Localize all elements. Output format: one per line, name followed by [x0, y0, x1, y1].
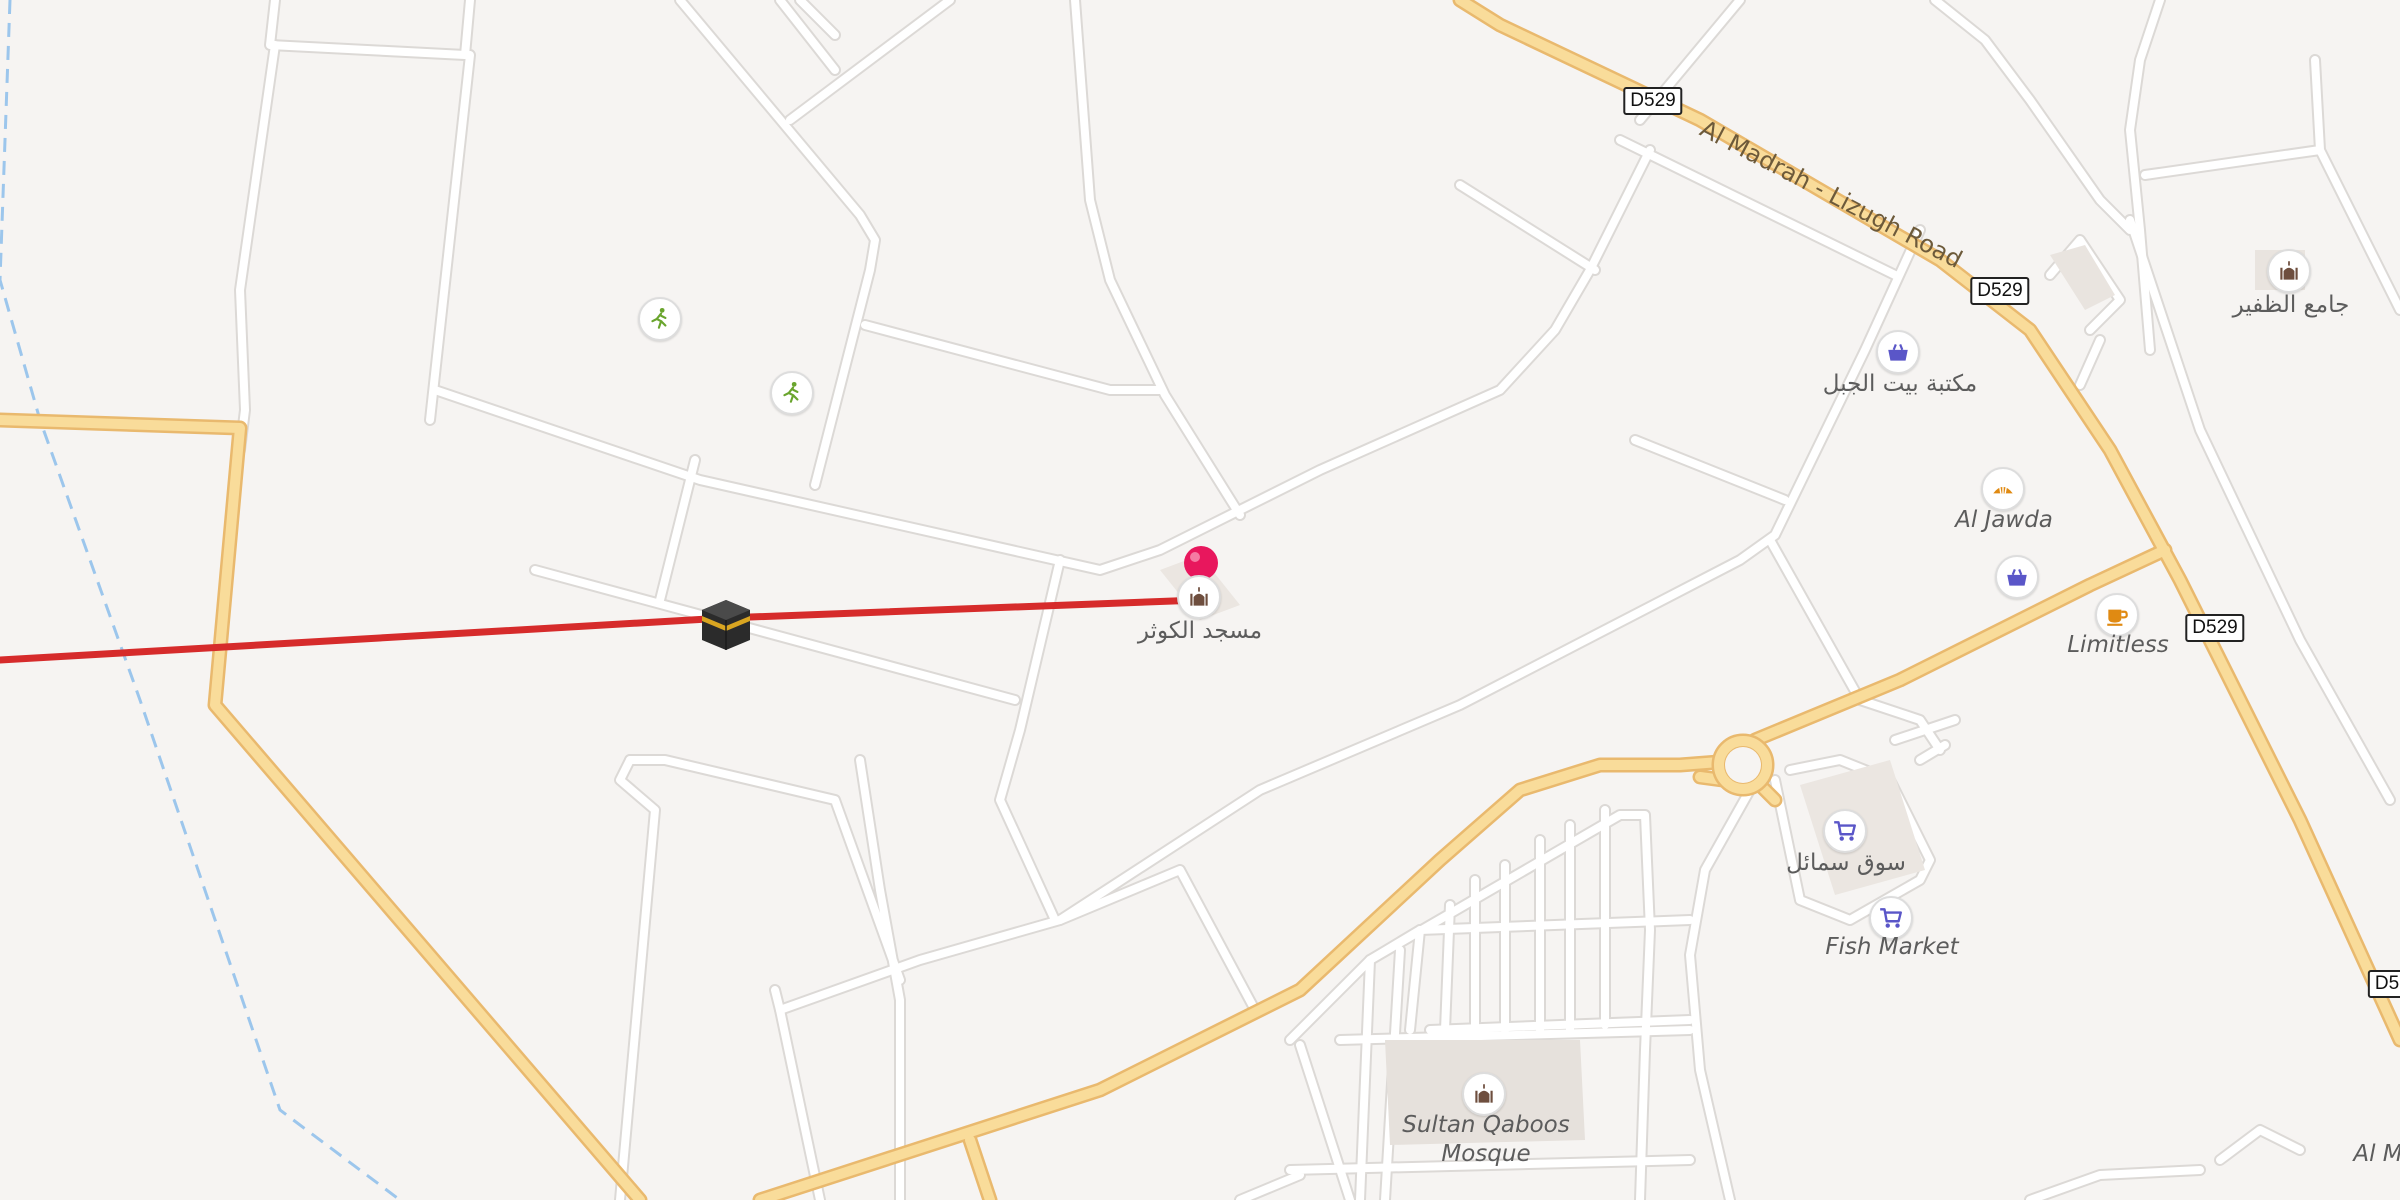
mosque-icon	[1190, 587, 1208, 606]
place-label-maktaba: مكتبة بيت الجبل	[1822, 371, 1978, 397]
mosque-poi-alkawthar[interactable]	[1177, 575, 1221, 619]
route-shield-d529: D529	[2185, 614, 2245, 642]
place-label-masjid-alkawthar: مسجد الكوثر	[1137, 618, 1263, 644]
place-label-sultan-qaboos: Sultan Qaboos	[1402, 1112, 1570, 1138]
place-label-sultan-qaboos-mosque: Mosque	[1441, 1141, 1531, 1167]
shopping-cart-icon	[1880, 908, 1902, 928]
kaaba-marker[interactable]	[698, 596, 754, 652]
place-label-limitless: Limitless	[2067, 632, 2169, 658]
sports-poi[interactable]	[770, 371, 814, 415]
route-shield-d529: D529	[1623, 87, 1683, 115]
place-label-al-m-edge: Al M	[2353, 1141, 2400, 1167]
shopping-basket-icon	[2007, 569, 2027, 586]
shop-poi-maktaba[interactable]	[1876, 330, 1920, 374]
place-label-al-jawda: Al Jawda	[1955, 507, 2053, 533]
shopping-cart-icon	[1834, 821, 1856, 841]
bakery-poi-al-jawda[interactable]	[1981, 467, 2025, 511]
mosque-poi-jame-alzafir[interactable]	[2267, 249, 2311, 293]
map-canvas[interactable]: Al Madrah - Lizugh Road D529 D529 D529 D…	[0, 0, 2400, 1200]
mosque-icon	[1475, 1084, 1493, 1103]
route-shield-d5: D5	[2367, 970, 2400, 998]
bakery-icon	[1993, 484, 2013, 494]
mosque-icon	[2280, 261, 2298, 280]
cafe-poi-limitless[interactable]	[2095, 593, 2139, 637]
sports-poi[interactable]	[638, 297, 682, 341]
building-footprints	[1160, 245, 2305, 1145]
place-label-jame-alzafir: جامع الظفير	[2232, 292, 2350, 318]
route-line	[0, 596, 1204, 664]
place-label-souq-smail: سوق سمائل	[1786, 850, 1906, 876]
shopping-basket-icon	[1888, 344, 1908, 361]
route-shield-d529: D529	[1970, 277, 2030, 305]
place-label-fish-market: Fish Market	[1825, 934, 1959, 960]
sports-icon	[783, 381, 799, 403]
sports-icon	[651, 307, 667, 329]
cafe-icon	[2107, 609, 2128, 626]
water-boundary-line	[0, 0, 401, 1200]
mosque-poi-sultan-qaboos[interactable]	[1462, 1072, 1506, 1116]
kaaba-icon	[702, 600, 750, 650]
shop-poi[interactable]	[1995, 555, 2039, 599]
supermarket-poi-souq-smail[interactable]	[1823, 809, 1867, 853]
